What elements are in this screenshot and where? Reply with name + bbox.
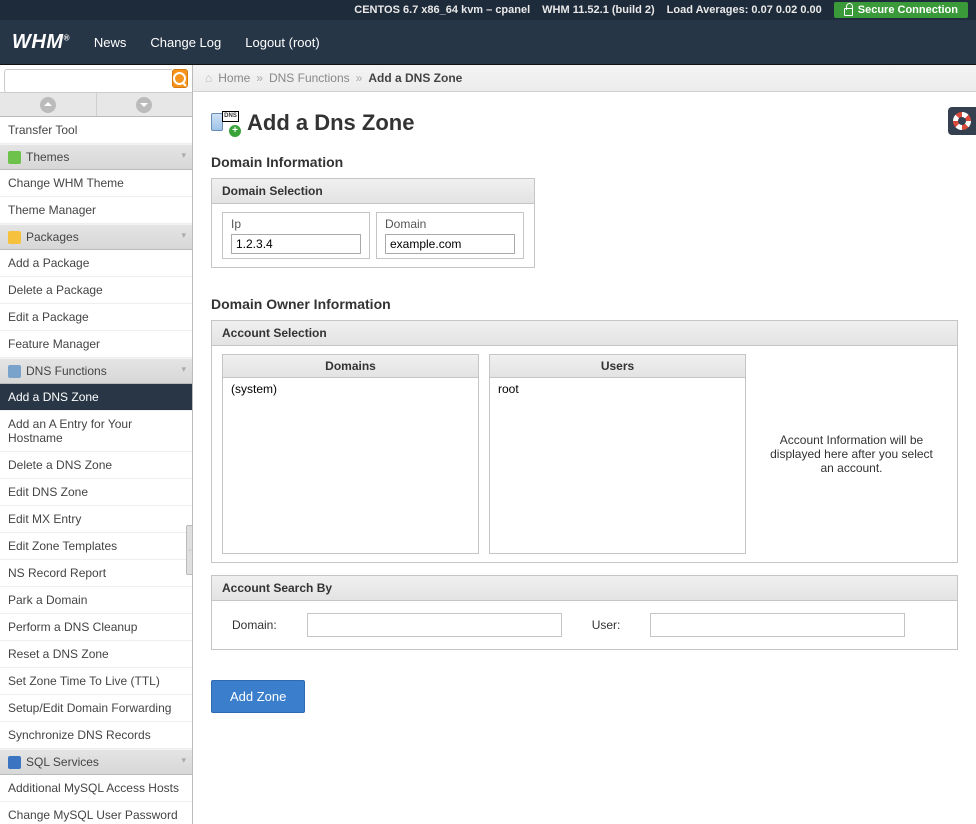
breadcrumb-sep: » — [356, 71, 363, 85]
top-status-bar: CENTOS 6.7 x86_64 kvm – cpanel WHM 11.52… — [0, 0, 976, 20]
panel-header-account-selection: Account Selection — [212, 321, 957, 346]
nav-up-button[interactable] — [0, 93, 97, 116]
sidebar-item-sync-dns[interactable]: Synchronize DNS Records — [0, 722, 192, 749]
panel-account-search: Account Search By Domain: User: — [211, 575, 958, 650]
sidebar-search — [0, 65, 192, 93]
sidebar-item-change-theme[interactable]: Change WHM Theme — [0, 170, 192, 197]
sidebar-item-edit-package[interactable]: Edit a Package — [0, 304, 192, 331]
sidebar-header-packages[interactable]: Packages — [0, 224, 192, 250]
help-icon — [953, 112, 971, 130]
main-container: Transfer Tool Themes Change WHM Theme Th… — [0, 65, 976, 824]
nav-news[interactable]: News — [94, 35, 127, 50]
nav-logout[interactable]: Logout (root) — [245, 35, 319, 50]
add-zone-button[interactable]: Add Zone — [211, 680, 305, 713]
domain-input[interactable] — [385, 234, 515, 254]
sidebar-item-edit-zone-templates[interactable]: Edit Zone Templates — [0, 533, 192, 560]
domains-list-column: Domains (system) — [222, 354, 479, 554]
users-list-header: Users — [490, 355, 745, 378]
dns-icon — [8, 365, 21, 378]
sidebar-item-ns-record[interactable]: NS Record Report — [0, 560, 192, 587]
domains-list-header: Domains — [223, 355, 478, 378]
sidebar-item-theme-manager[interactable]: Theme Manager — [0, 197, 192, 224]
sidebar-header-dns[interactable]: DNS Functions — [0, 358, 192, 384]
sidebar-item-edit-mx[interactable]: Edit MX Entry — [0, 506, 192, 533]
nav-changelog[interactable]: Change Log — [150, 35, 221, 50]
secure-indicator: Secure Connection — [834, 2, 968, 18]
sidebar: Transfer Tool Themes Change WHM Theme Th… — [0, 65, 193, 824]
page-icon: DNS+ — [211, 111, 239, 135]
sidebar-drag-handle[interactable]: ⋮ — [186, 525, 193, 575]
sidebar-item-mysql-password[interactable]: Change MySQL User Password — [0, 802, 192, 824]
whm-logo: WHM® — [12, 31, 70, 54]
users-list-column: Users root — [489, 354, 746, 554]
panel-account-selection: Account Selection Domains (system) Users… — [211, 320, 958, 563]
sidebar-header-themes[interactable]: Themes — [0, 144, 192, 170]
arrow-up-icon — [40, 97, 56, 113]
sidebar-item-set-ttl[interactable]: Set Zone Time To Live (TTL) — [0, 668, 192, 695]
nav-arrows — [0, 93, 192, 117]
page-title: DNS+ Add a Dns Zone — [211, 110, 976, 136]
search-button[interactable] — [172, 69, 188, 88]
themes-icon — [8, 151, 21, 164]
sidebar-item-domain-forwarding[interactable]: Setup/Edit Domain Forwarding — [0, 695, 192, 722]
whm-version: WHM 11.52.1 (build 2) — [542, 4, 654, 16]
users-option-root: root — [492, 380, 743, 398]
field-ip: Ip — [222, 212, 370, 259]
home-icon: ⌂ — [205, 71, 212, 85]
panel-header-domain-selection: Domain Selection — [212, 179, 534, 204]
domains-select[interactable]: (system) — [223, 378, 478, 553]
ip-label: Ip — [231, 217, 361, 231]
load-averages: Load Averages: 0.07 0.02 0.00 — [667, 4, 822, 16]
packages-icon — [8, 231, 21, 244]
ip-input[interactable] — [231, 234, 361, 254]
panel-header-account-search: Account Search By — [212, 576, 957, 601]
search-input[interactable] — [4, 69, 172, 93]
sidebar-item-edit-dns-zone[interactable]: Edit DNS Zone — [0, 479, 192, 506]
search-domain-label: Domain: — [232, 618, 277, 632]
field-domain: Domain — [376, 212, 524, 259]
lock-icon — [844, 8, 853, 16]
breadcrumb-sep: » — [256, 71, 263, 85]
sidebar-item-transfer-tool[interactable]: Transfer Tool — [0, 117, 192, 144]
main-navbar: WHM® News Change Log Logout (root) — [0, 20, 976, 65]
breadcrumb-page: Add a DNS Zone — [368, 71, 462, 85]
os-info: CENTOS 6.7 x86_64 kvm – cpanel — [354, 4, 530, 16]
users-select[interactable]: root — [490, 378, 745, 553]
account-info: Account Information will be displayed he… — [756, 354, 947, 554]
sidebar-item-delete-package[interactable]: Delete a Package — [0, 277, 192, 304]
sidebar-item-add-a-entry[interactable]: Add an A Entry for Your Hostname — [0, 411, 192, 452]
section-owner-info: Domain Owner Information — [211, 296, 976, 312]
sidebar-item-reset-dns[interactable]: Reset a DNS Zone — [0, 641, 192, 668]
sidebar-item-feature-manager[interactable]: Feature Manager — [0, 331, 192, 358]
search-user-label: User: — [592, 618, 621, 632]
breadcrumb-home[interactable]: Home — [218, 71, 250, 85]
sidebar-item-park-domain[interactable]: Park a Domain — [0, 587, 192, 614]
sidebar-header-sql[interactable]: SQL Services — [0, 749, 192, 775]
sidebar-item-add-dns-zone[interactable]: Add a DNS Zone — [0, 384, 192, 411]
breadcrumb-functions[interactable]: DNS Functions — [269, 71, 350, 85]
sidebar-item-delete-dns-zone[interactable]: Delete a DNS Zone — [0, 452, 192, 479]
search-user-input[interactable] — [650, 613, 905, 637]
panel-domain-selection: Domain Selection Ip Domain — [211, 178, 535, 268]
nav-down-button[interactable] — [97, 93, 193, 116]
help-button[interactable] — [948, 107, 976, 135]
search-domain-input[interactable] — [307, 613, 562, 637]
content-area: ⌂ Home » DNS Functions » Add a DNS Zone … — [193, 65, 976, 824]
arrow-down-icon — [136, 97, 152, 113]
sidebar-item-add-package[interactable]: Add a Package — [0, 250, 192, 277]
sidebar-item-dns-cleanup[interactable]: Perform a DNS Cleanup — [0, 614, 192, 641]
domain-label: Domain — [385, 217, 515, 231]
breadcrumb: ⌂ Home » DNS Functions » Add a DNS Zone — [193, 65, 976, 92]
sidebar-item-mysql-hosts[interactable]: Additional MySQL Access Hosts — [0, 775, 192, 802]
section-domain-info: Domain Information — [211, 154, 976, 170]
search-icon — [173, 72, 187, 86]
sql-icon — [8, 756, 21, 769]
domains-option-system: (system) — [225, 380, 476, 398]
